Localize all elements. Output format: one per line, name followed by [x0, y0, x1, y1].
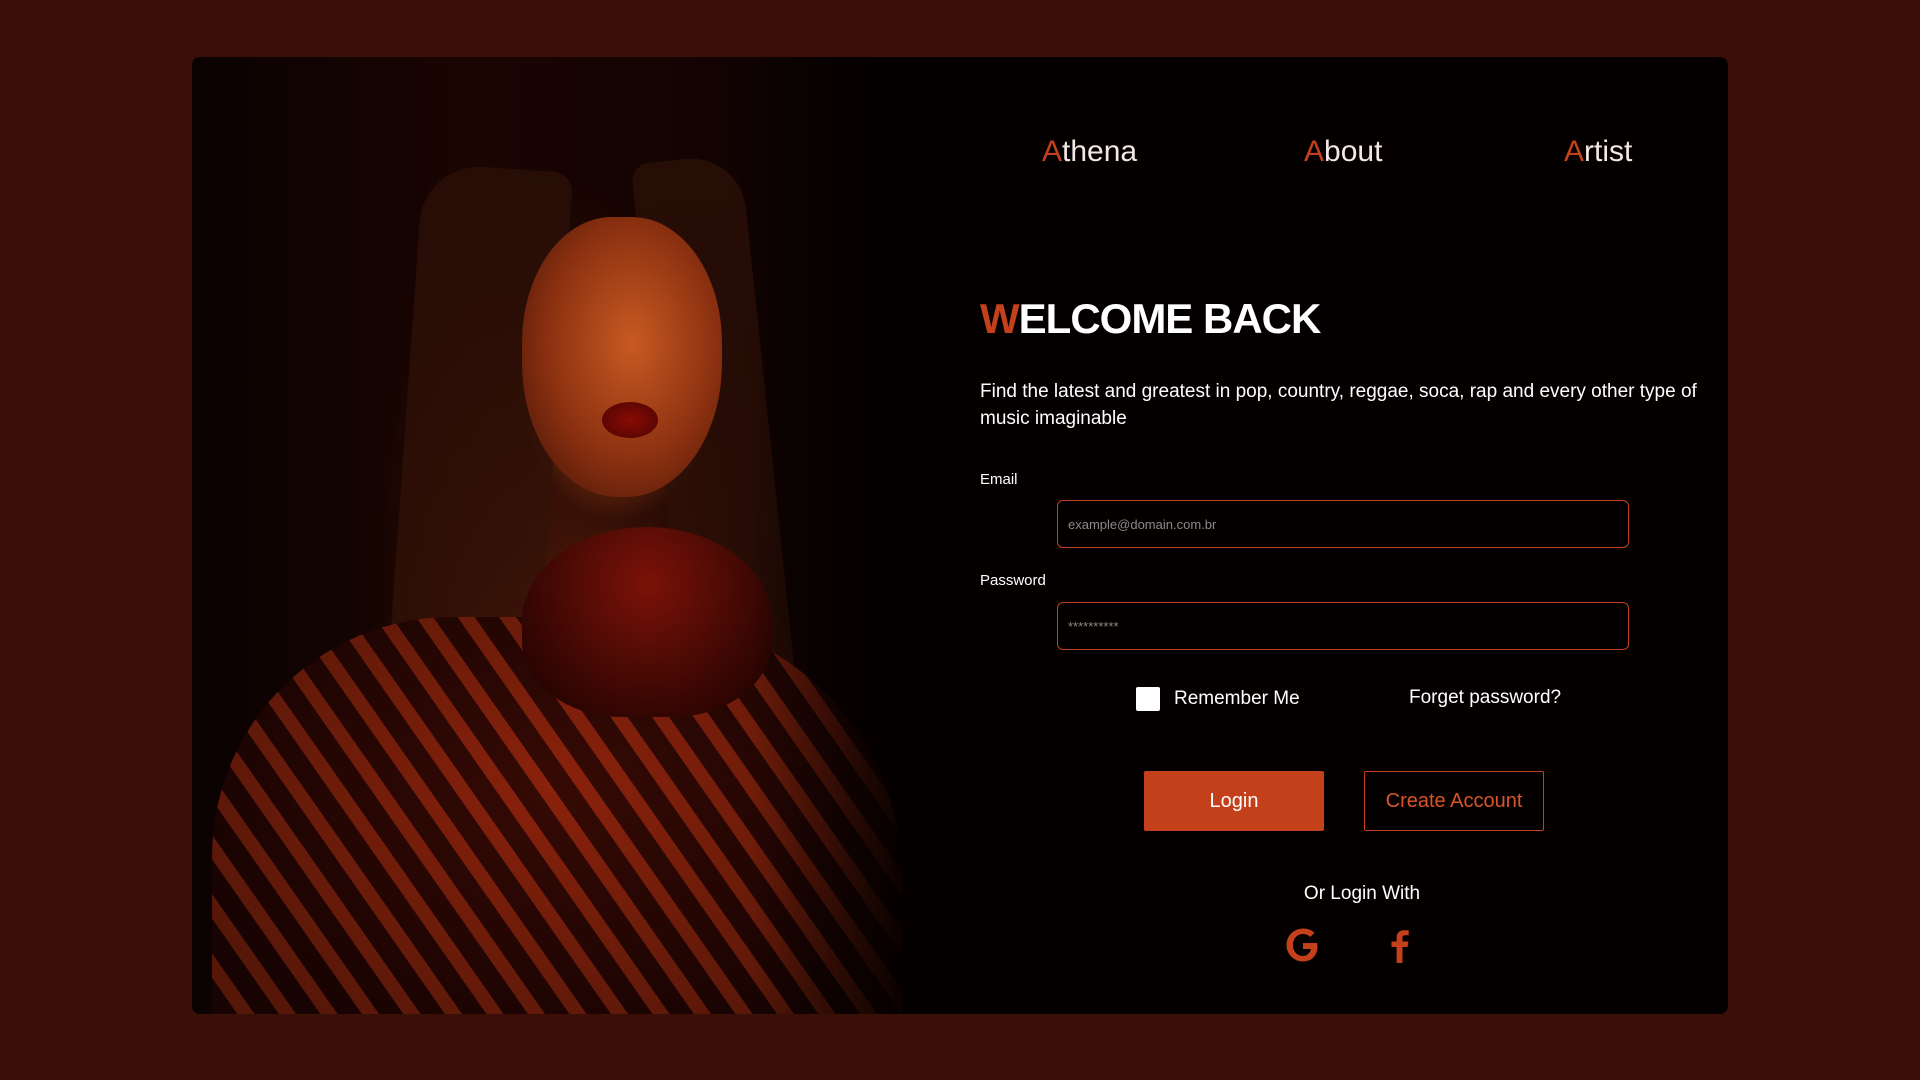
page-subtitle: Find the latest and greatest in pop, cou… — [980, 381, 1697, 429]
nav-item-label: bout — [1324, 135, 1383, 168]
artist-photo — [192, 57, 912, 1014]
remember-me[interactable]: Remember Me — [1136, 685, 1300, 713]
remember-checkbox[interactable] — [1136, 687, 1160, 711]
email-label: Email — [980, 471, 1018, 488]
create-account-button[interactable]: Create Account — [1364, 771, 1544, 831]
forget-password-link[interactable]: Forget password? — [1409, 687, 1561, 709]
top-nav: Athena About Artist — [1042, 135, 1642, 187]
photo-detail — [522, 527, 772, 717]
nav-item-artist[interactable]: Artist — [1564, 135, 1632, 169]
nav-item-initial: A — [1304, 135, 1325, 168]
photo-detail — [522, 217, 722, 497]
title-rest: ELCOME BACK — [1018, 295, 1322, 342]
page-title: WELCOME BACK — [980, 295, 1322, 343]
nav-item-about[interactable]: About — [1304, 135, 1382, 169]
nav-item-athena[interactable]: Athena — [1042, 135, 1137, 169]
login-card: Athena About Artist WELCOME BACK Find th… — [192, 57, 1728, 1014]
remember-label: Remember Me — [1174, 688, 1300, 709]
facebook-icon[interactable] — [1378, 923, 1422, 967]
photo-fade — [752, 57, 912, 1014]
nav-item-label: thena — [1062, 135, 1138, 168]
password-label: Password — [980, 572, 1046, 589]
login-button[interactable]: Login — [1144, 771, 1324, 831]
nav-item-label: rtist — [1584, 135, 1633, 168]
nav-item-initial: A — [1042, 135, 1063, 168]
google-icon[interactable] — [1281, 923, 1325, 967]
photo-detail — [602, 402, 658, 438]
title-initial: W — [980, 295, 1020, 342]
or-login-with-label: Or Login With — [1303, 883, 1421, 904]
email-field[interactable] — [1057, 500, 1629, 548]
password-field[interactable] — [1057, 602, 1629, 650]
nav-item-initial: A — [1564, 135, 1585, 168]
